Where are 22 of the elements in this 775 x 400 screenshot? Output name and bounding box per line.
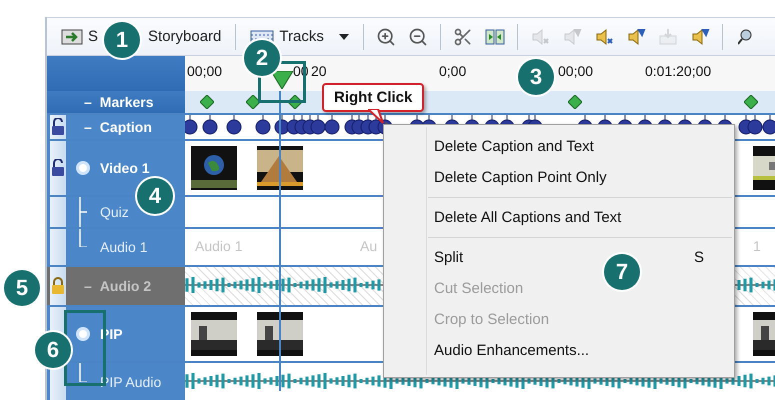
track-name: Audio 1	[100, 239, 148, 255]
time-label: 0:01:20;00	[645, 63, 712, 79]
track-name: Audio 2	[100, 278, 152, 294]
step-number-tooltip: 6	[35, 332, 71, 368]
track-name: Markers	[100, 94, 154, 110]
step-number-tooltip: 2	[244, 40, 280, 76]
step-number-tooltip: 3	[518, 59, 554, 95]
clip-label: Au	[360, 238, 378, 254]
step-number-tooltip: 1	[104, 22, 140, 58]
step-number-tooltip: 5	[4, 270, 40, 306]
clip-label: 1	[753, 238, 761, 254]
track-name: Video 1	[100, 160, 150, 176]
track-name: Caption	[100, 119, 152, 135]
time-label: 00;00	[558, 63, 594, 79]
clip-label: Audio 1	[195, 238, 242, 254]
time-label: 20	[311, 63, 327, 79]
step-number-tooltip: 4	[137, 178, 173, 214]
step-number-tooltip: 7	[604, 254, 640, 290]
track-name: Quiz	[100, 204, 129, 220]
time-label: 00;00	[187, 63, 222, 79]
shortcut-key: S	[694, 249, 704, 266]
time-label: 0;00	[439, 63, 466, 79]
